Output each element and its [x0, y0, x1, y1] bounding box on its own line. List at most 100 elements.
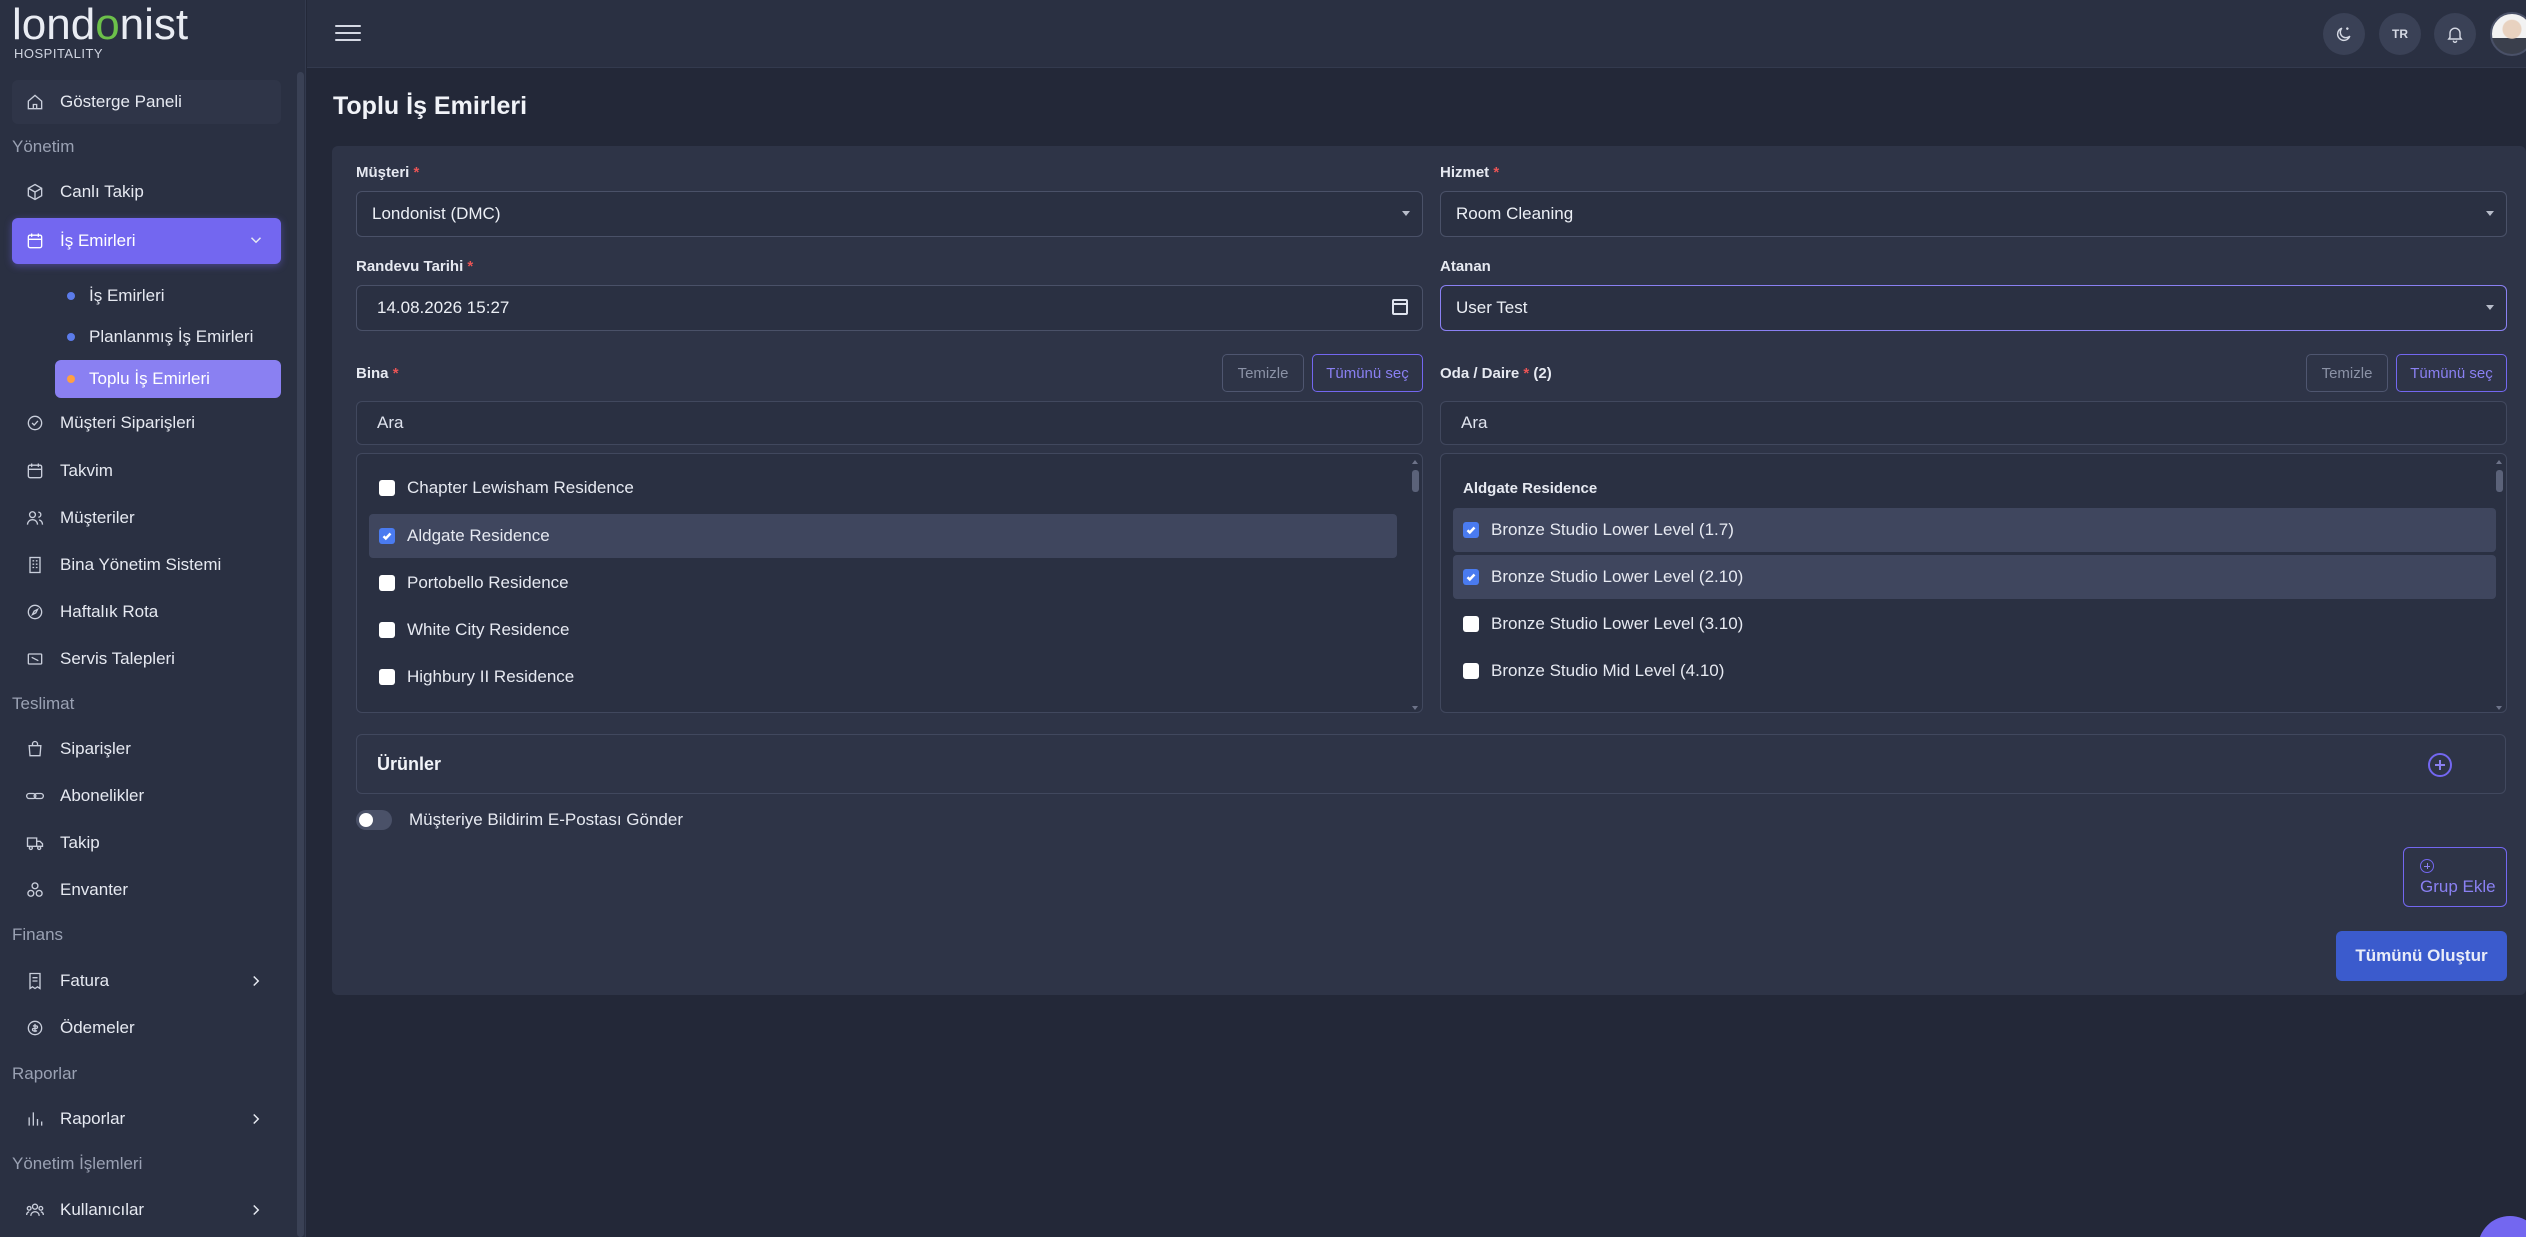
- plus-circle-icon: [2420, 859, 2434, 873]
- list-item[interactable]: Bronze Studio Lower Level (1.7): [1453, 508, 2496, 552]
- list-item[interactable]: Bronze Studio Mid Level (4.10): [1453, 649, 2496, 693]
- sidebar-item-invoice[interactable]: Fatura: [12, 959, 281, 1003]
- truck-icon: [24, 832, 46, 854]
- sidebar-item-weekly-route[interactable]: Haftalık Rota: [12, 590, 281, 634]
- sidebar-scrollbar[interactable]: [297, 72, 304, 1237]
- sidebar-item-label: Planlanmış İş Emirleri: [89, 327, 254, 346]
- sidebar-item-subscriptions[interactable]: Abonelikler: [12, 774, 281, 818]
- theme-toggle-button[interactable]: [2323, 13, 2365, 55]
- list-scrollbar[interactable]: [1412, 460, 1419, 710]
- add-product-icon[interactable]: [2428, 753, 2452, 777]
- chevron-right-icon: [247, 1110, 265, 1128]
- compass-icon: [24, 601, 46, 623]
- list-item[interactable]: Bronze Studio Lower Level (3.10): [1453, 602, 2496, 646]
- users-icon: [24, 1199, 46, 1221]
- notifications-button[interactable]: [2434, 13, 2476, 55]
- checkbox[interactable]: [1463, 663, 1479, 679]
- building-select-all-button[interactable]: Tümünü seç: [1312, 354, 1423, 392]
- menu-icon[interactable]: [335, 20, 361, 46]
- checkbox-checked[interactable]: [1463, 522, 1479, 538]
- floating-action-button[interactable]: [2478, 1216, 2526, 1237]
- language-button[interactable]: TR: [2379, 13, 2421, 55]
- building-list[interactable]: Chapter Lewisham Residence Aldgate Resid…: [356, 453, 1423, 713]
- sidebar-item-work-orders[interactable]: İş Emirleri: [12, 218, 281, 264]
- topbar: [307, 0, 2526, 68]
- sidebar-item-customers[interactable]: Müşteriler: [12, 496, 281, 540]
- list-item[interactable]: Aldgate Residence: [369, 514, 1397, 558]
- sidebar-subitem-work-orders[interactable]: İş Emirleri: [55, 277, 281, 315]
- customer-select[interactable]: Londonist (DMC): [356, 191, 1423, 237]
- checkbox-checked[interactable]: [1463, 569, 1479, 585]
- sidebar-item-label: Haftalık Rota: [60, 602, 159, 621]
- sidebar-item-tracking[interactable]: Takip: [12, 821, 281, 865]
- sidebar-item-customer-orders[interactable]: Müşteri Siparişleri: [12, 401, 281, 445]
- add-group-button[interactable]: Grup Ekle: [2403, 847, 2507, 907]
- sidebar-item-users[interactable]: Kullanıcılar: [12, 1188, 281, 1232]
- service-label: Hizmet *: [1440, 164, 1500, 181]
- sidebar-item-label: Kullanıcılar: [60, 1200, 145, 1219]
- calendar-icon: [24, 230, 46, 252]
- service-select[interactable]: Room Cleaning: [1440, 191, 2507, 237]
- section-label-management: Yönetim: [12, 137, 75, 156]
- room-select-all-button[interactable]: Tümünü seç: [2396, 354, 2507, 392]
- sidebar-item-reports[interactable]: Raporlar: [12, 1097, 281, 1141]
- checkbox[interactable]: [379, 669, 395, 685]
- room-clear-button[interactable]: Temizle: [2306, 354, 2388, 392]
- chevron-right-icon: [247, 1201, 265, 1219]
- room-list[interactable]: Aldgate Residence Bronze Studio Lower Le…: [1440, 453, 2507, 713]
- sidebar-item-orders[interactable]: Siparişler: [12, 727, 281, 771]
- sidebar-item-payments[interactable]: Ödemeler: [12, 1006, 281, 1050]
- chevron-right-icon: [247, 972, 265, 990]
- sidebar-subitem-bulk-work-orders[interactable]: Toplu İş Emirleri: [55, 360, 281, 398]
- checkbox[interactable]: [379, 575, 395, 591]
- moon-icon: [2336, 27, 2351, 42]
- boxes-icon: [24, 879, 46, 901]
- list-item[interactable]: White City Residence: [369, 608, 1397, 652]
- section-label-reports: Raporlar: [12, 1064, 78, 1083]
- sidebar-item-live-tracking[interactable]: Canlı Takip: [12, 170, 281, 214]
- sidebar-item-building-management[interactable]: Bina Yönetim Sistemi: [12, 543, 281, 587]
- building-search-input[interactable]: Ara: [356, 401, 1423, 445]
- ticket-icon: [24, 648, 46, 670]
- sidebar-subitem-planned-work-orders[interactable]: Planlanmış İş Emirleri: [55, 318, 281, 356]
- sidebar-item-calendar[interactable]: Takvim: [12, 449, 281, 493]
- products-section: Ürünler: [356, 734, 2506, 794]
- users-icon: [24, 507, 46, 529]
- appointment-date-input[interactable]: 14.08.2026 15:27: [356, 285, 1423, 331]
- create-all-button[interactable]: Tümünü Oluştur: [2336, 931, 2507, 981]
- sidebar-item-label: Müşteri Siparişleri: [60, 413, 196, 432]
- brand-logo[interactable]: londonist HOSPITALITY: [12, 2, 188, 62]
- customer-label: Müşteri *: [356, 164, 420, 181]
- check-circle-icon: [24, 412, 46, 434]
- assignee-select[interactable]: User Test: [1440, 285, 2507, 331]
- avatar[interactable]: [2490, 12, 2526, 56]
- room-search-input[interactable]: Ara: [1440, 401, 2507, 445]
- notify-email-toggle[interactable]: [356, 810, 392, 830]
- link-icon: [24, 785, 46, 807]
- checkbox[interactable]: [1463, 616, 1479, 632]
- sidebar-item-label: İş Emirleri: [60, 231, 136, 250]
- calendar-icon[interactable]: [1392, 299, 1408, 315]
- list-item[interactable]: Portobello Residence: [369, 561, 1397, 605]
- bullet-icon: [67, 333, 75, 341]
- list-scrollbar[interactable]: [2496, 460, 2503, 710]
- sidebar-item-label: Takip: [60, 833, 100, 852]
- sidebar-item-label: Toplu İş Emirleri: [89, 369, 210, 388]
- shopping-bag-icon: [24, 738, 46, 760]
- list-item[interactable]: Highbury II Residence: [369, 655, 1397, 699]
- checkbox[interactable]: [379, 480, 395, 496]
- room-group-heading: Aldgate Residence: [1463, 480, 1598, 497]
- checkbox-checked[interactable]: [379, 528, 395, 544]
- sidebar-item-service-requests[interactable]: Servis Talepleri: [12, 637, 281, 681]
- receipt-icon: [24, 970, 46, 992]
- dropdown-caret-icon: [2486, 211, 2494, 216]
- list-item[interactable]: Chapter Lewisham Residence: [369, 466, 1397, 510]
- sidebar-item-label: Bina Yönetim Sistemi: [60, 555, 222, 574]
- sidebar-item-dashboard[interactable]: Gösterge Paneli: [12, 80, 281, 124]
- building-clear-button[interactable]: Temizle: [1222, 354, 1304, 392]
- sidebar-item-inventory[interactable]: Envanter: [12, 868, 281, 912]
- list-item[interactable]: Bronze Studio Lower Level (2.10): [1453, 555, 2496, 599]
- payment-icon: [24, 1017, 46, 1039]
- chevron-down-icon: [247, 231, 265, 249]
- checkbox[interactable]: [379, 622, 395, 638]
